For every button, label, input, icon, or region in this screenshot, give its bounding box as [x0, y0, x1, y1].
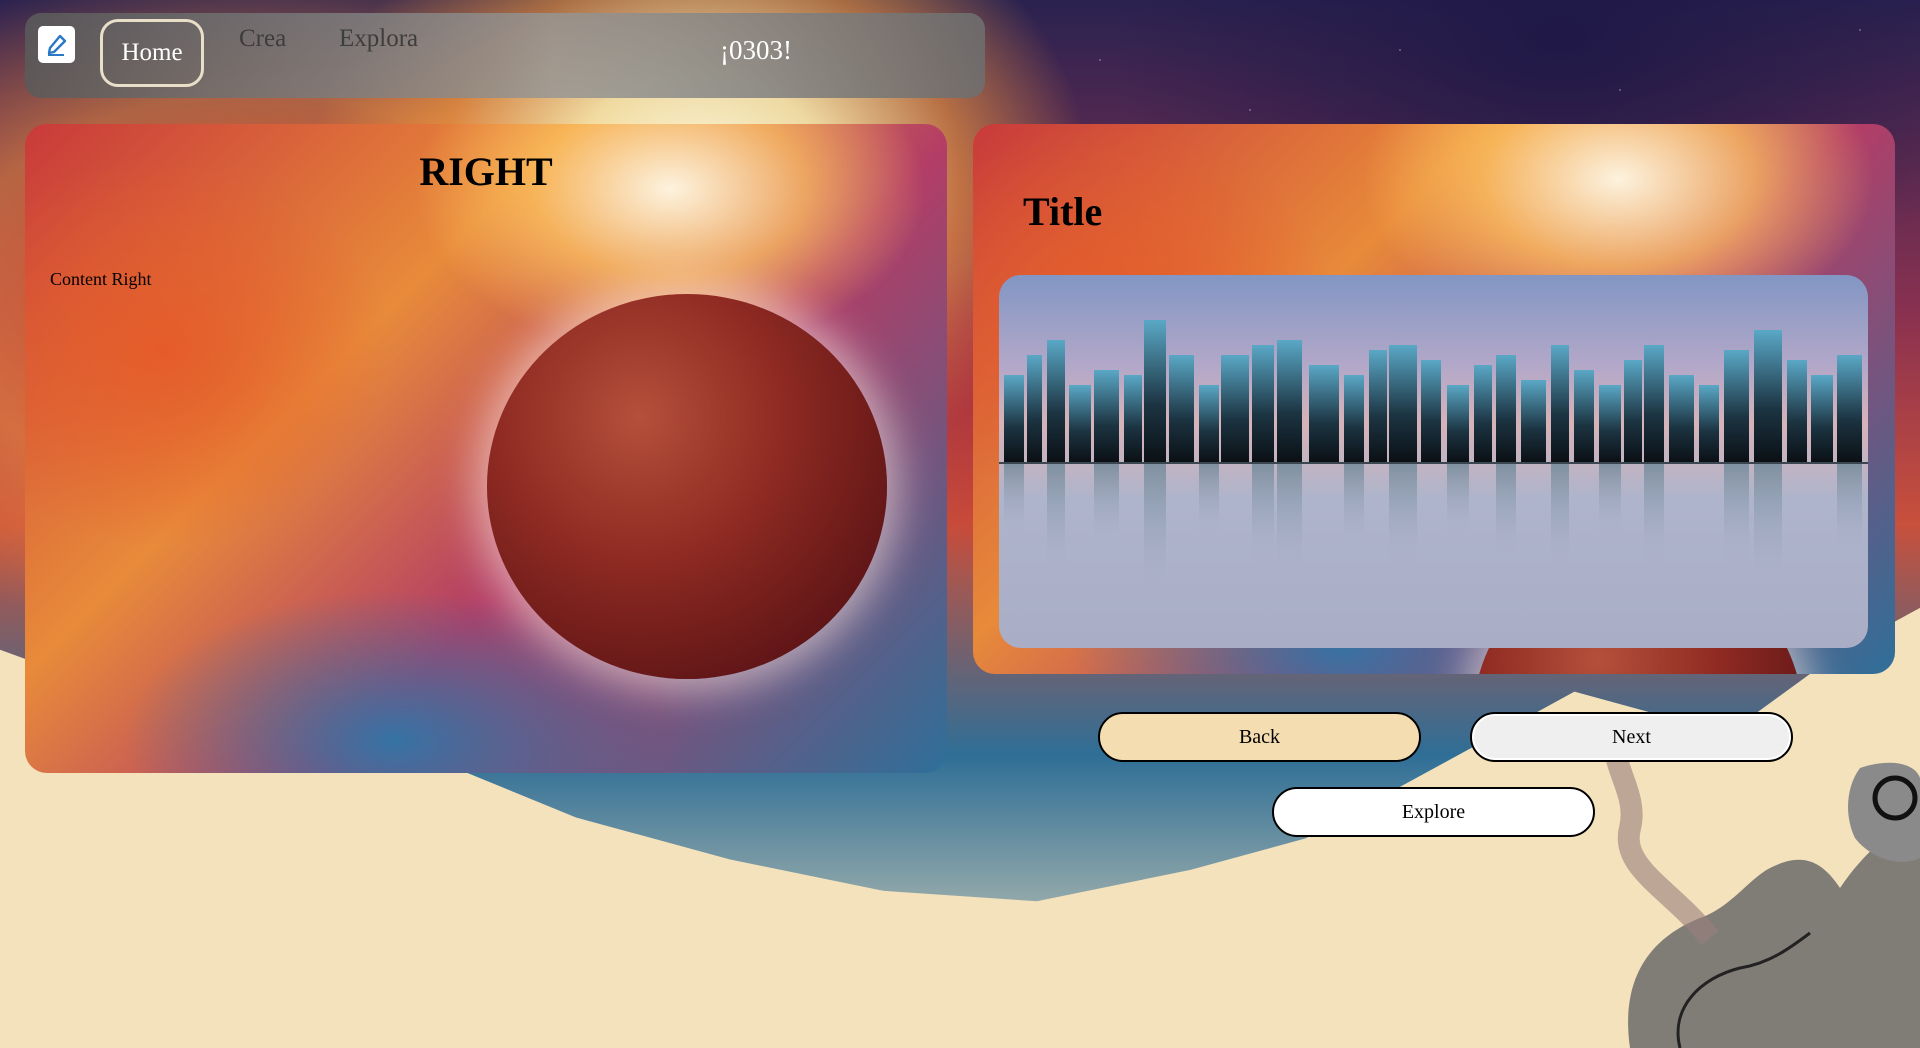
- nav-crea-link[interactable]: Crea: [239, 25, 286, 53]
- city-skyline-image: [999, 275, 1868, 648]
- logo-button[interactable]: [38, 26, 75, 63]
- left-card-content: Content Right: [50, 269, 152, 289]
- nav-explora-link[interactable]: Explora: [339, 25, 418, 53]
- right-content-card: Title: [973, 124, 1895, 674]
- city-skyline-graphic: [999, 320, 1868, 594]
- nav-home-button[interactable]: Home: [100, 19, 204, 87]
- explore-button[interactable]: Explore: [1272, 787, 1595, 837]
- left-card-title: RIGHT: [419, 149, 553, 194]
- next-button[interactable]: Next: [1470, 712, 1793, 762]
- counter-text: ¡0303!: [720, 35, 792, 65]
- right-card-title: Title: [1023, 189, 1103, 234]
- man-sketch-illustration: [1603, 718, 1920, 1048]
- planet-image: [487, 294, 887, 679]
- top-navbar: Home Crea Explora ¡0303!: [25, 13, 985, 98]
- left-content-card: RIGHT Content Right: [25, 124, 947, 773]
- back-button[interactable]: Back: [1098, 712, 1421, 762]
- pencil-icon: [47, 34, 66, 56]
